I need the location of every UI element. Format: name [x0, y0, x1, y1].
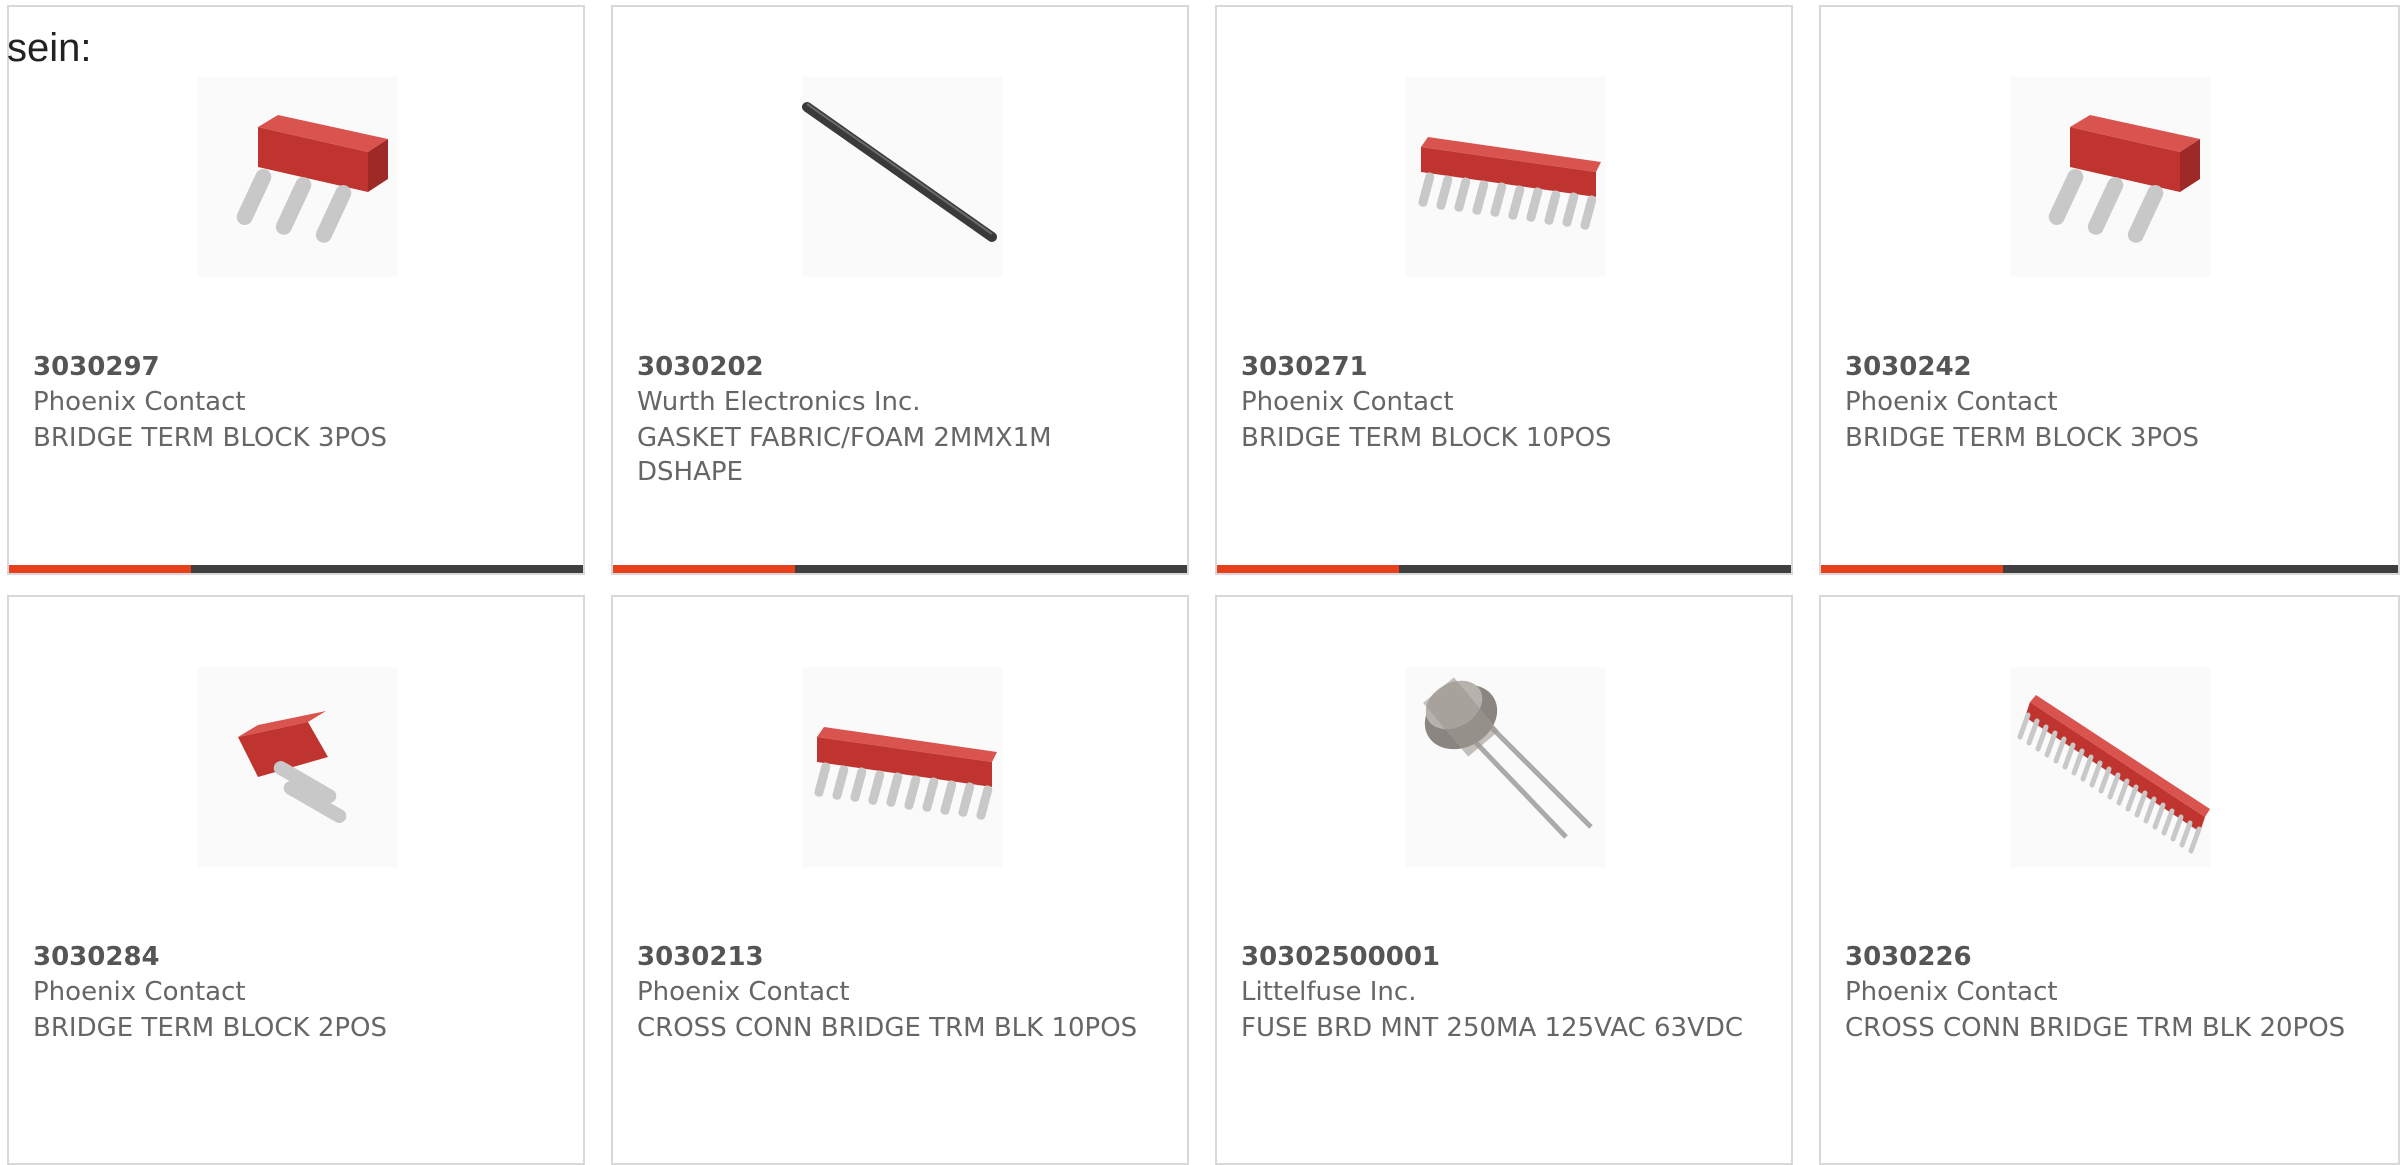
product-card[interactable]: 3030226 Phoenix Contact CROSS CONN BRIDG…: [1819, 595, 2400, 1165]
manufacturer: Phoenix Contact: [1845, 977, 2058, 1007]
product-description: BRIDGE TERM BLOCK 3POS: [1845, 423, 2200, 453]
product-card[interactable]: 3030242 Phoenix Contact BRIDGE TERM BLOC…: [1819, 5, 2400, 575]
product-image[interactable]: [802, 77, 1002, 277]
gasket-icon: [802, 102, 997, 242]
product-description: FUSE BRD MNT 250MA 125VAC 63VDC: [1241, 1013, 1744, 1043]
fuse-icon: [1423, 677, 1593, 839]
part-number[interactable]: 3030297: [33, 352, 160, 382]
bridge-3pos-icon: [236, 115, 388, 243]
manufacturer: Littelfuse Inc.: [1241, 977, 1417, 1007]
bridge-10pos-icon: [1418, 137, 1601, 230]
card-bar-accent: [1217, 565, 1399, 573]
card-bar-accent: [9, 565, 191, 573]
product-image[interactable]: [2010, 667, 2210, 867]
product-card[interactable]: 3030213 Phoenix Contact CROSS CONN BRIDG…: [611, 595, 1189, 1165]
intro-text: sein:: [7, 26, 92, 70]
card-bar: [1821, 565, 2398, 573]
product-card[interactable]: 3030297 Phoenix Contact BRIDGE TERM BLOC…: [7, 5, 585, 575]
product-image[interactable]: [802, 667, 1002, 867]
product-card[interactable]: 30302500001 Littelfuse Inc. FUSE BRD MNT…: [1215, 595, 1793, 1165]
bridge-10pos-icon: [814, 727, 997, 820]
bridge-2pos-icon: [238, 711, 347, 823]
product-description: BRIDGE TERM BLOCK 2POS: [33, 1013, 388, 1043]
manufacturer: Phoenix Contact: [1241, 387, 1454, 417]
part-number[interactable]: 3030242: [1845, 352, 1972, 382]
manufacturer: Phoenix Contact: [1845, 387, 2058, 417]
card-bar: [613, 565, 1187, 573]
card-bar-accent: [1821, 565, 2003, 573]
bridge-3pos-icon: [2048, 115, 2200, 243]
product-description: BRIDGE TERM BLOCK 10POS: [1241, 423, 1612, 453]
part-number[interactable]: 30302500001: [1241, 942, 1440, 972]
part-number[interactable]: 3030213: [637, 942, 764, 972]
manufacturer: Phoenix Contact: [637, 977, 850, 1007]
manufacturer: Phoenix Contact: [33, 977, 246, 1007]
manufacturer: Phoenix Contact: [33, 387, 246, 417]
part-number[interactable]: 3030271: [1241, 352, 1368, 382]
part-number[interactable]: 3030202: [637, 352, 764, 382]
product-description: BRIDGE TERM BLOCK 3POS: [33, 423, 388, 453]
product-image[interactable]: [198, 77, 398, 277]
product-card[interactable]: 3030271 Phoenix Contact BRIDGE TERM BLOC…: [1215, 5, 1793, 575]
product-card[interactable]: 3030202 Wurth Electronics Inc. GASKET FA…: [611, 5, 1189, 575]
manufacturer: Wurth Electronics Inc.: [637, 387, 921, 417]
part-number[interactable]: 3030284: [33, 942, 160, 972]
product-image[interactable]: [2010, 77, 2210, 277]
product-description: CROSS CONN BRIDGE TRM BLK 20POS: [1845, 1013, 2346, 1043]
product-description: CROSS CONN BRIDGE TRM BLK 10POS: [637, 1013, 1138, 1043]
product-description: GASKET FABRIC/FOAM 2MMX1M DSHAPE: [637, 423, 1052, 487]
card-bar: [9, 565, 583, 573]
card-bar: [1217, 565, 1791, 573]
bridge-20pos-icon: [2017, 695, 2210, 854]
product-card[interactable]: 3030284 Phoenix Contact BRIDGE TERM BLOC…: [7, 595, 585, 1165]
part-number[interactable]: 3030226: [1845, 942, 1972, 972]
product-image[interactable]: [1406, 77, 1606, 277]
product-image[interactable]: [1406, 667, 1606, 867]
card-bar-accent: [613, 565, 795, 573]
product-image[interactable]: [198, 667, 398, 867]
